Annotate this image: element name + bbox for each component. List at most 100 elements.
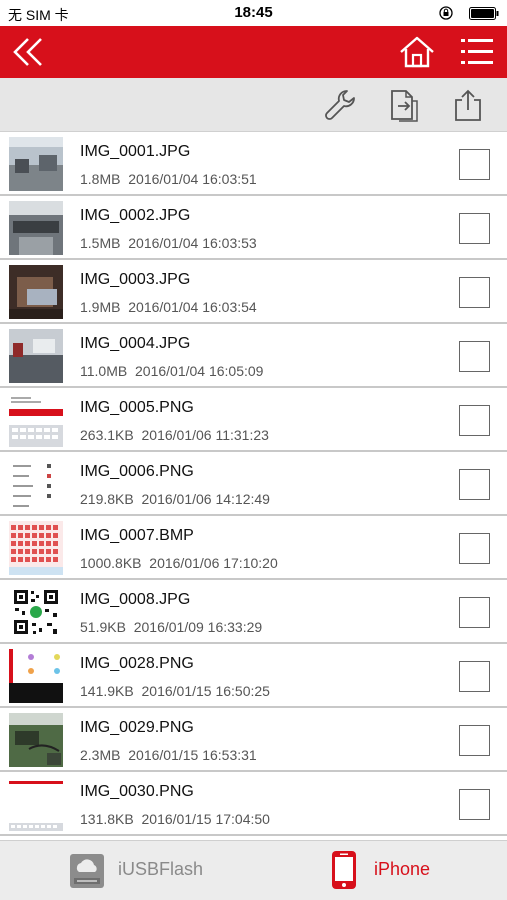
file-date: 2016/01/15 17:04:50: [141, 811, 270, 827]
file-meta: 141.9KB 2016/01/15 16:50:25: [80, 683, 270, 699]
screenshot-thumbnail: [9, 393, 63, 447]
home-button[interactable]: [398, 34, 436, 70]
file-size: 1000.8KB: [80, 555, 142, 571]
home-icon: [400, 36, 434, 68]
file-name: IMG_0002.JPG: [80, 207, 191, 224]
wrench-icon: [325, 90, 355, 120]
file-size: 1.9MB: [80, 299, 121, 315]
file-row[interactable]: IMG_0007.BMP 1000.8KB 2016/01/06 17:10:2…: [0, 516, 507, 580]
select-checkbox[interactable]: [459, 213, 490, 244]
file-date: 2016/01/04 16:03:51: [128, 171, 257, 187]
file-meta: 2.3MB 2016/01/15 16:53:31: [80, 747, 257, 763]
file-row[interactable]: IMG_0028.PNG 141.9KB 2016/01/15 16:50:25: [0, 644, 507, 708]
file-date: 2016/01/15 16:50:25: [141, 683, 270, 699]
file-name: IMG_0028.PNG: [80, 655, 194, 672]
tab-label: iUSBFlash: [118, 859, 204, 879]
file-name: IMG_0008.JPG: [80, 591, 191, 608]
select-checkbox[interactable]: [459, 597, 490, 628]
select-checkbox[interactable]: [459, 405, 490, 436]
file-date: 2016/01/04 16:05:09: [135, 363, 264, 379]
file-row[interactable]: IMG_0003.JPG 1.9MB 2016/01/04 16:03:54: [0, 260, 507, 324]
file-row[interactable]: IMG_0006.PNG 219.8KB 2016/01/06 14:12:49: [0, 452, 507, 516]
back-button[interactable]: [10, 34, 50, 70]
tab-bar: iUSBFlash iPhone: [0, 840, 507, 900]
file-name: IMG_0007.BMP: [80, 527, 194, 544]
file-size: 11.0MB: [80, 363, 128, 379]
copy-icon: [391, 90, 418, 122]
screenshot-thumbnail: [9, 649, 63, 703]
file-meta: 1.8MB 2016/01/04 16:03:51: [80, 171, 257, 187]
qr-code-thumbnail: [9, 585, 63, 639]
tab-iusbflash[interactable]: iUSBFlash: [60, 841, 250, 900]
file-size: 1.8MB: [80, 171, 121, 187]
file-size: 51.9KB: [80, 619, 126, 635]
toolbar: [0, 78, 507, 132]
file-name: IMG_0006.PNG: [80, 463, 194, 480]
file-row[interactable]: IMG_0029.PNG 2.3MB 2016/01/15 16:53:31: [0, 708, 507, 772]
file-name: IMG_0030.PNG: [80, 783, 194, 800]
file-meta: 263.1KB 2016/01/06 11:31:23: [80, 427, 269, 443]
file-date: 2016/01/06 14:12:49: [141, 491, 270, 507]
iphone-icon: [332, 851, 356, 889]
file-meta: 219.8KB 2016/01/06 14:12:49: [80, 491, 270, 507]
file-size: 141.9KB: [80, 683, 134, 699]
photo-thumbnail: [9, 713, 63, 767]
file-date: 2016/01/06 11:31:23: [141, 427, 269, 443]
file-meta: 11.0MB 2016/01/04 16:05:09: [80, 363, 263, 379]
tab-iphone[interactable]: iPhone: [316, 841, 486, 900]
screenshot-thumbnail: [9, 457, 63, 511]
file-size: 219.8KB: [80, 491, 134, 507]
file-meta: 1000.8KB 2016/01/06 17:10:20: [80, 555, 278, 571]
status-bar: 无 SIM 卡 18:45: [0, 0, 507, 26]
select-checkbox[interactable]: [459, 533, 490, 564]
file-date: 2016/01/04 16:03:54: [128, 299, 257, 315]
file-name: IMG_0029.PNG: [80, 719, 194, 736]
file-row[interactable]: IMG_0001.JPG 1.8MB 2016/01/04 16:03:51: [0, 132, 507, 196]
usb-cloud-drive-icon: [70, 854, 104, 888]
file-name: IMG_0001.JPG: [80, 143, 191, 160]
photo-thumbnail: [9, 329, 63, 383]
file-date: 2016/01/04 16:03:53: [128, 235, 257, 251]
select-checkbox[interactable]: [459, 469, 490, 500]
menu-button[interactable]: [459, 36, 495, 68]
file-row[interactable]: IMG_0005.PNG 263.1KB 2016/01/06 11:31:23: [0, 388, 507, 452]
nav-bar: [0, 26, 507, 78]
photo-thumbnail: [9, 137, 63, 191]
file-row[interactable]: IMG_0004.JPG 11.0MB 2016/01/04 16:05:09: [0, 324, 507, 388]
select-checkbox[interactable]: [459, 149, 490, 180]
file-size: 131.8KB: [80, 811, 134, 827]
file-name: IMG_0005.PNG: [80, 399, 194, 416]
file-date: 2016/01/15 16:53:31: [128, 747, 257, 763]
rotation-lock-icon: [439, 6, 453, 20]
screenshot-thumbnail: [9, 521, 63, 575]
select-checkbox[interactable]: [459, 661, 490, 692]
file-meta: 131.8KB 2016/01/15 17:04:50: [80, 811, 270, 827]
select-checkbox[interactable]: [459, 725, 490, 756]
select-checkbox[interactable]: [459, 789, 490, 820]
file-row[interactable]: IMG_0002.JPG 1.5MB 2016/01/04 16:03:53: [0, 196, 507, 260]
battery-icon: [469, 7, 499, 20]
file-size: 1.5MB: [80, 235, 121, 251]
file-date: 2016/01/06 17:10:20: [149, 555, 278, 571]
copy-button[interactable]: [387, 88, 421, 122]
file-meta: 51.9KB 2016/01/09 16:33:29: [80, 619, 262, 635]
tab-label: iPhone: [374, 859, 431, 879]
clock: 18:45: [234, 4, 273, 21]
file-list: IMG_0001.JPG 1.8MB 2016/01/04 16:03:51 I…: [0, 132, 507, 840]
photo-thumbnail: [9, 201, 63, 255]
file-row[interactable]: IMG_0008.JPG 51.9KB 2016/01/09 16:33:29: [0, 580, 507, 644]
double-chevron-left-icon: [13, 38, 42, 66]
select-checkbox[interactable]: [459, 277, 490, 308]
photo-thumbnail: [9, 265, 63, 319]
file-meta: 1.9MB 2016/01/04 16:03:54: [80, 299, 257, 315]
settings-button[interactable]: [323, 88, 357, 122]
file-date: 2016/01/09 16:33:29: [133, 619, 263, 635]
file-meta: 1.5MB 2016/01/04 16:03:53: [80, 235, 257, 251]
select-checkbox[interactable]: [459, 341, 490, 372]
file-size: 2.3MB: [80, 747, 121, 763]
screenshot-thumbnail: [9, 777, 63, 831]
file-size: 263.1KB: [80, 427, 134, 443]
file-row[interactable]: IMG_0030.PNG 131.8KB 2016/01/15 17:04:50: [0, 772, 507, 836]
share-button[interactable]: [451, 88, 485, 122]
file-name: IMG_0004.JPG: [80, 335, 191, 352]
